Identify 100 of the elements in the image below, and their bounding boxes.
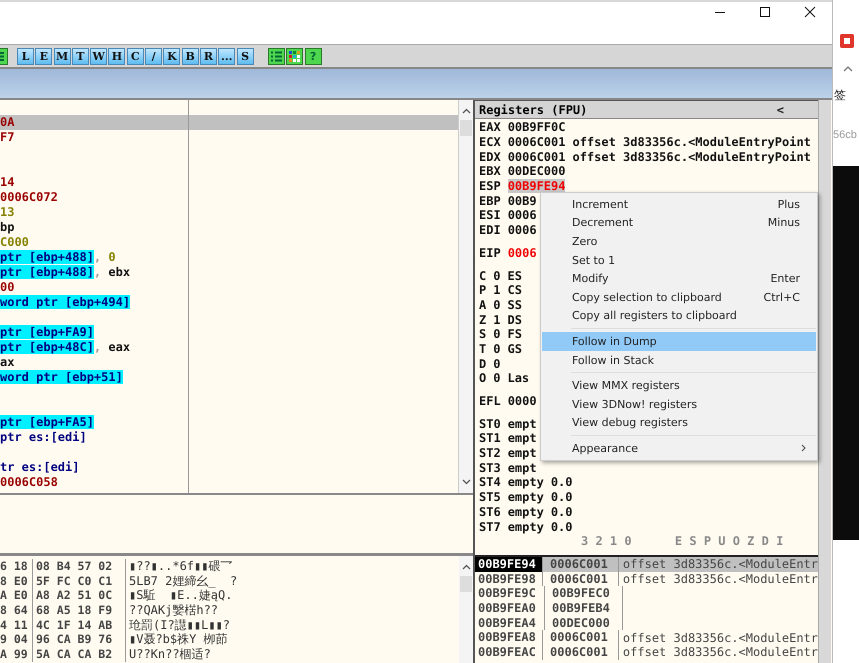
menu-item[interactable]: Increment Plus	[542, 195, 816, 214]
help-button[interactable]: ?	[304, 48, 322, 64]
menu-item[interactable]: View MMX registers	[542, 376, 816, 395]
disassembly-row[interactable]: bp	[0, 220, 458, 235]
register-value[interactable]: 0006C001	[508, 135, 566, 150]
menu-item-label: Increment	[572, 198, 630, 211]
register-value[interactable]: empty	[508, 475, 544, 490]
menu-item[interactable]: View debug registers	[542, 414, 816, 432]
stack-row[interactable]: 00B9FEA4 00DEC000	[475, 616, 818, 630]
menu-item[interactable]: Set to 1	[542, 250, 816, 270]
menu-item[interactable]: Follow in Stack	[542, 350, 816, 370]
toolbar-button[interactable]: K	[163, 48, 180, 64]
scroll-down-icon[interactable]	[462, 479, 470, 485]
chevron-up-icon[interactable]	[843, 66, 853, 72]
disassembly-row[interactable]: ptr [ebp+FA9]	[0, 325, 458, 340]
toolbar-button[interactable]: W	[90, 48, 108, 64]
toolbar-button[interactable]: L	[17, 48, 34, 64]
stack-row[interactable]: 00B9FEA8 0006C001 offset 3d83356c.<ModuleEntr	[475, 630, 818, 646]
disassembly-row[interactable]: ptr [ebp+488], 0	[0, 250, 458, 265]
register-value[interactable]: empty	[508, 504, 544, 519]
register-value[interactable]: 0	[493, 268, 500, 283]
menu-item[interactable]: Follow in Dump	[542, 332, 816, 351]
disassembly-row[interactable]: ptr [ebp+488], ebx	[0, 265, 458, 280]
disassembly-text: ptr [ebp+FA5]	[0, 415, 94, 429]
scroll-thumb[interactable]	[460, 576, 472, 592]
disassembly-text: 0006C058	[0, 475, 58, 489]
disassembly-row[interactable]: word ptr [ebp+494]	[0, 295, 458, 310]
toolbar-button[interactable]: C	[126, 48, 144, 64]
disassembly-row[interactable]: ptr [ebp+FA5]	[0, 415, 458, 430]
disassembly-row[interactable]: 0006C058	[0, 475, 458, 490]
register-value[interactable]: 0006	[508, 246, 537, 260]
register-value[interactable]: empt	[508, 460, 537, 475]
register-value[interactable]: 0006	[508, 223, 537, 238]
hex-bytes: A 99	[0, 647, 33, 662]
register-value[interactable]: empt	[508, 446, 537, 460]
menu-item[interactable]: Zero	[542, 232, 816, 251]
scroll-up-icon[interactable]	[462, 108, 470, 114]
toolbar-button[interactable]: /	[145, 48, 162, 64]
register-value[interactable]: 0	[493, 327, 500, 342]
register-value[interactable]: 1	[493, 312, 500, 327]
toolbar-button[interactable]: T	[72, 48, 89, 64]
disassembly-row[interactable]: 0A	[0, 115, 458, 130]
stack-row[interactable]: 00B9FE98 0006C001 offset 3d83356c.<ModuleEntr	[475, 572, 818, 586]
toolbar-button[interactable]: S	[236, 48, 254, 64]
stack-row[interactable]: 00B9FE94 0006C001 offset 3d83356c.<ModuleEntr	[475, 557, 818, 572]
disassembly-row[interactable]: 14	[0, 175, 458, 190]
register-value[interactable]: 0006	[508, 208, 537, 222]
scrollbar[interactable]	[459, 100, 473, 493]
register-value[interactable]: 00B9	[508, 194, 537, 208]
stack-row[interactable]: 00B9FE9C 00B9FEC0	[475, 586, 818, 602]
register-value[interactable]: 0	[493, 371, 500, 386]
toolbar-button[interactable]: R	[200, 48, 217, 64]
toolbar-button[interactable]: E	[35, 48, 52, 64]
menu-item[interactable]: View 3DNow! registers	[542, 394, 816, 414]
register-value[interactable]: empt	[508, 431, 537, 446]
disassembly-row[interactable]: 0006C072	[0, 190, 458, 205]
register-value[interactable]: 00B9FF0C	[508, 120, 566, 134]
app-icon[interactable]	[840, 34, 854, 48]
hex-bytes: 08 B4 57 02	[33, 559, 126, 574]
disassembly-row[interactable]: ptr [ebp+48C], eax	[0, 340, 458, 355]
list-icon[interactable]	[268, 48, 285, 64]
scrollbar[interactable]	[818, 100, 831, 663]
toolbar-button[interactable]: ...	[218, 48, 236, 64]
color-grid-icon[interactable]	[286, 48, 304, 64]
close-icon[interactable]	[804, 6, 816, 18]
disassembly-row[interactable]: ax	[0, 355, 458, 370]
disassembly-row[interactable]: 13	[0, 205, 458, 220]
register-value[interactable]: empt	[508, 416, 537, 431]
register-value[interactable]: 0000	[508, 394, 537, 408]
stack-row[interactable]: 00B9FEAC 0006C001 offset 3d83356c.<ModuleEntr	[475, 645, 818, 660]
toolbar-button[interactable]: H	[108, 48, 126, 64]
scrollbar[interactable]	[459, 556, 473, 663]
menu-item[interactable]: Appearance	[542, 439, 816, 458]
disassembly-row[interactable]: 00	[0, 280, 458, 295]
menu-item-label: Decrement	[572, 216, 634, 230]
register-value[interactable]: 0006C001	[508, 150, 566, 164]
register-value[interactable]: 0	[493, 298, 500, 312]
register-value[interactable]: 1	[493, 283, 500, 298]
disassembly-row[interactable]: C000	[0, 235, 458, 250]
register-value[interactable]: 0	[493, 342, 500, 356]
scroll-up-icon[interactable]	[462, 564, 470, 570]
nav-button[interactable]: <	[776, 102, 814, 116]
menu-item[interactable]: Modify Enter	[542, 269, 816, 288]
menu-item[interactable]: Decrement Minus	[542, 214, 816, 232]
disassembly-row[interactable]: ptr es:[edi]	[0, 430, 458, 445]
register-value[interactable]: 00DEC000	[508, 164, 566, 178]
menu-item[interactable]: Copy all registers to clipboard	[542, 306, 816, 326]
maximize-icon[interactable]	[759, 6, 771, 18]
register-value[interactable]: empty	[508, 490, 544, 504]
disassembly-row[interactable]: word ptr [ebp+51]	[0, 370, 458, 385]
disassembly-row[interactable]: F7	[0, 130, 458, 145]
toolbar-button[interactable]: M	[54, 48, 71, 64]
register-value[interactable]: empty	[508, 520, 544, 534]
menu-item[interactable]: Copy selection to clipboard Ctrl+C	[542, 288, 816, 307]
stack-row[interactable]: 00B9FEA0 00B9FEB4	[475, 601, 818, 616]
disassembly-row[interactable]: tr es:[edi]	[0, 460, 458, 475]
register-value[interactable]: 0	[493, 356, 500, 371]
toolbar-button[interactable]: B	[182, 48, 199, 64]
scroll-thumb[interactable]	[460, 120, 472, 136]
register-comment: 0.0	[550, 504, 572, 519]
